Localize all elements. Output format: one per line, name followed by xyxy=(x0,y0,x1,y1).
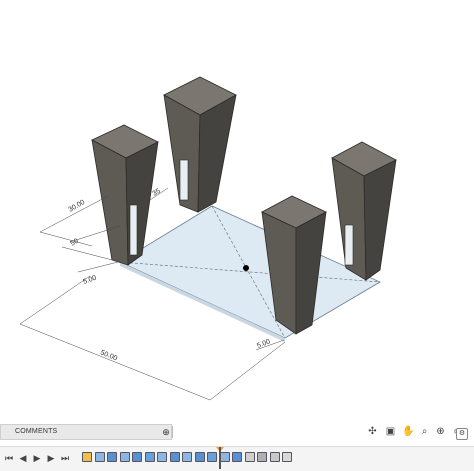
comments-panel[interactable]: COMMENTS ⊕ xyxy=(0,424,173,440)
timeline-feature-icon[interactable] xyxy=(157,452,167,462)
previous-icon[interactable]: ◀ xyxy=(18,452,28,464)
next-icon[interactable]: ▶ xyxy=(46,452,56,464)
timeline-feature-icon[interactable] xyxy=(182,452,192,462)
dimension-label-1[interactable]: 30.00 xyxy=(68,199,87,214)
timeline-marker[interactable] xyxy=(219,447,221,469)
timeline-feature-icon[interactable] xyxy=(119,452,130,462)
center-point[interactable] xyxy=(243,265,249,271)
timeline-feature-icon[interactable] xyxy=(132,452,142,462)
play-icon[interactable]: ▶ xyxy=(32,452,42,464)
orbit-icon[interactable]: ✣ xyxy=(366,425,379,438)
timeline-feature-icon[interactable] xyxy=(169,452,180,462)
timeline-feature-icon[interactable] xyxy=(144,452,155,462)
timeline-feature-icon[interactable] xyxy=(94,452,105,462)
timeline-feature-icon[interactable] xyxy=(219,452,230,462)
look-at-icon[interactable]: ▣ xyxy=(384,425,397,438)
timeline-feature-icon[interactable] xyxy=(207,452,217,462)
timeline-feature-icon[interactable] xyxy=(244,452,255,462)
dimension-label-5[interactable]: 50.00 xyxy=(99,349,118,362)
dimension-label-4[interactable]: 5.00 xyxy=(82,275,97,286)
timeline: ⏮ ◀ ▶ ▶ ⏭ xyxy=(0,446,474,471)
timeline-feature-icon[interactable] xyxy=(269,452,280,462)
timeline-feature-icon[interactable] xyxy=(232,452,242,462)
leg-left[interactable] xyxy=(91,124,159,266)
comments-label: COMMENTS xyxy=(15,428,58,435)
first-icon[interactable]: ⏮ xyxy=(4,452,14,464)
last-icon[interactable]: ⏭ xyxy=(60,452,70,464)
timeline-feature-icon[interactable] xyxy=(282,452,292,462)
timeline-feature-icon[interactable] xyxy=(82,452,92,462)
timeline-feature-icon[interactable] xyxy=(107,452,117,462)
add-comment-icon[interactable]: ⊕ xyxy=(161,426,171,438)
dimension-label-6[interactable]: 5.00 xyxy=(256,338,271,350)
timeline-feature-icon[interactable] xyxy=(194,452,205,462)
dimension-label-2[interactable]: 35 xyxy=(152,188,162,198)
fit-icon[interactable]: ⊕ xyxy=(434,425,447,438)
leg-back[interactable] xyxy=(163,76,237,213)
pan-icon[interactable]: ✋ xyxy=(402,425,415,438)
model-canvas[interactable]: 30.00 35 50 5.00 50.00 5.00 xyxy=(0,0,474,424)
settings-icon[interactable]: ⚙ xyxy=(456,428,468,440)
divider xyxy=(172,426,173,438)
leg-right[interactable] xyxy=(331,141,397,281)
zoom-icon[interactable]: ⌕ xyxy=(418,425,431,438)
graphics-viewport[interactable]: 30.00 35 50 5.00 50.00 5.00 xyxy=(0,0,474,424)
timeline-feature-icon[interactable] xyxy=(257,452,267,462)
